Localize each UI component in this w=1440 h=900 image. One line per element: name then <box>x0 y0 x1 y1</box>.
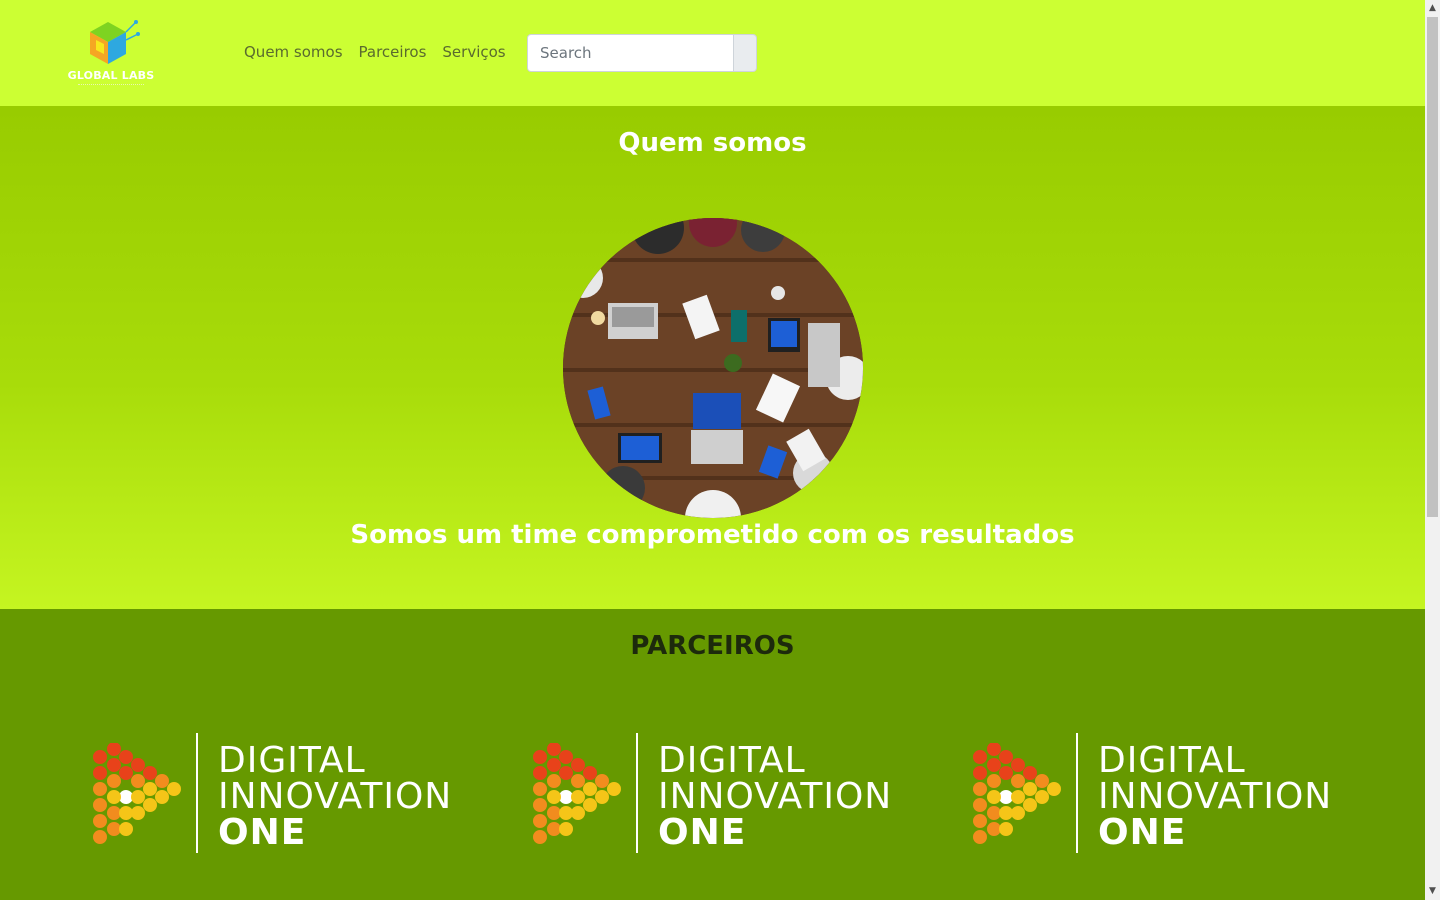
search-button[interactable] <box>734 34 757 72</box>
scroll-down-arrow-icon[interactable]: ▼ <box>1425 883 1440 900</box>
scrollbar-thumb[interactable] <box>1427 17 1438 517</box>
main-nav: Quem somos Parceiros Serviços <box>244 43 506 61</box>
partner-logo[interactable]: DIGITAL INNOVATION ONE <box>968 733 1348 857</box>
partner-word-innovation: INNOVATION <box>1098 776 1333 817</box>
partner-word-innovation: INNOVATION <box>218 776 453 817</box>
search-form <box>527 34 757 72</box>
nav-link-quem-somos[interactable]: Quem somos <box>244 43 343 61</box>
partner-word-digital: DIGITAL <box>658 740 806 781</box>
dio-mark-icon <box>533 743 621 844</box>
partners-title: PARCEIROS <box>630 631 795 661</box>
partner-logo[interactable]: DIGITAL INNOVATION ONE <box>88 733 468 857</box>
cube-logo-icon <box>90 20 140 64</box>
dio-mark-icon <box>93 743 181 844</box>
partners-section: PARCEIROS DIGITAL INNOVATION ONE DIGITAL… <box>0 609 1425 900</box>
brand-underline <box>78 84 144 86</box>
about-section: Quem somos Somos um time comprometido co… <box>0 106 1425 609</box>
partner-divider <box>636 733 638 853</box>
team-photo <box>563 218 863 518</box>
scroll-up-arrow-icon[interactable]: ▲ <box>1425 0 1440 17</box>
about-title: Quem somos <box>618 128 807 158</box>
partner-word-one: ONE <box>218 812 307 853</box>
about-tagline: Somos um time comprometido com os result… <box>350 520 1075 550</box>
partner-word-one: ONE <box>658 812 747 853</box>
partner-word-digital: DIGITAL <box>1098 740 1246 781</box>
partner-word-one: ONE <box>1098 812 1187 853</box>
partner-word-innovation: INNOVATION <box>658 776 893 817</box>
brand-name: GLOBAL LABS <box>67 69 155 82</box>
nav-link-parceiros[interactable]: Parceiros <box>359 43 427 61</box>
page: GLOBAL LABS Quem somos Parceiros Serviço… <box>0 0 1425 900</box>
dio-mark-icon <box>973 743 1061 844</box>
brand-logo[interactable]: GLOBAL LABS <box>64 14 160 90</box>
page-scrollbar[interactable]: ▲ ▼ <box>1425 0 1440 900</box>
navbar: GLOBAL LABS Quem somos Parceiros Serviço… <box>0 0 1425 106</box>
partner-divider <box>196 733 198 853</box>
partner-word-digital: DIGITAL <box>218 740 366 781</box>
nav-link-servicos[interactable]: Serviços <box>442 43 505 61</box>
partner-logo[interactable]: DIGITAL INNOVATION ONE <box>528 733 908 857</box>
partner-divider <box>1076 733 1078 853</box>
search-input[interactable] <box>527 34 734 72</box>
